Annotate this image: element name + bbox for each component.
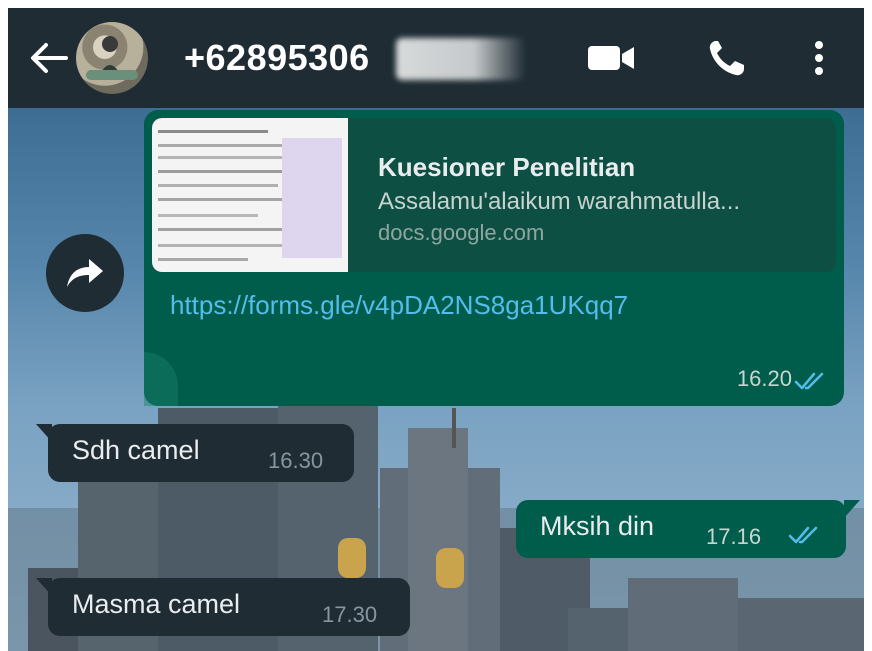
forward-button[interactable] [46,234,124,312]
link-preview-description: Assalamu'alaikum warahmatulla... [378,188,741,215]
message-text: Sdh camel [72,435,200,465]
video-camera-icon[interactable] [586,38,638,78]
redacted-number [396,38,526,80]
message-time: 16.30 [268,448,324,473]
incoming-message[interactable]: Sdh camel 16.30 [36,424,354,482]
link-preview-title: Kuesioner Penelitian [378,152,636,182]
link-preview-card[interactable]: Kuesioner Penelitian Assalamu'alaikum wa… [152,118,836,272]
read-ticks-icon [794,372,824,390]
link-preview-domain: docs.google.com [378,220,545,245]
outgoing-message[interactable]: Mksih din 17.16 [516,500,860,558]
chat-area: Kuesioner Penelitian Assalamu'alaikum wa… [8,108,864,651]
link-preview-thumbnail [152,118,348,272]
contact-avatar[interactable] [76,22,148,94]
message-time: 16.20 [736,366,792,391]
message-link[interactable]: https://forms.gle/v4pDA2NS8ga1UKqq7 [170,290,628,321]
phone-icon[interactable] [704,38,756,78]
message-text: Mksih din [540,511,655,541]
message-time: 17.30 [322,602,378,627]
read-ticks-icon [788,526,818,544]
arrow-left-icon[interactable] [28,40,68,76]
more-vertical-icon[interactable] [804,38,834,78]
bubble-decoration [144,352,178,406]
outgoing-message-link[interactable]: Kuesioner Penelitian Assalamu'alaikum wa… [144,110,844,406]
forward-arrow-icon [67,259,103,287]
message-text: Masma camel [72,589,241,619]
whatsapp-chat-screen: +62895306 Kuesioner Penelitian Assalamu'… [8,8,864,651]
contact-name[interactable]: +62895306 [184,34,370,82]
chat-header: +62895306 [8,8,864,108]
message-time: 17.16 [706,524,762,549]
incoming-message[interactable]: Masma camel 17.30 [36,578,410,636]
